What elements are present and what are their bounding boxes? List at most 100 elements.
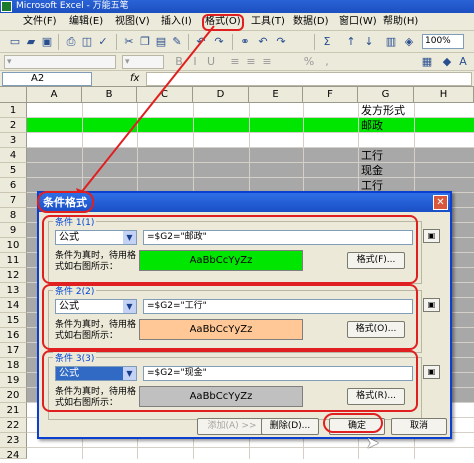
autosum-icon[interactable]: Σ <box>320 35 334 49</box>
menu-edit[interactable]: 编辑(E) <box>66 15 106 29</box>
undo2-icon[interactable]: ↶ <box>256 35 270 49</box>
row-header[interactable]: 3 <box>0 133 27 148</box>
menu-view[interactable]: 视图(V) <box>112 15 153 29</box>
delete-button[interactable]: 删除(D)... <box>261 418 319 435</box>
add-button[interactable]: 添加(A) >> <box>197 418 267 435</box>
column-header-d[interactable]: D <box>193 87 249 103</box>
menu-help[interactable]: 帮助(H) <box>380 15 421 29</box>
paste-icon[interactable]: ▤ <box>154 35 168 49</box>
menu-data[interactable]: 数据(D) <box>290 15 332 29</box>
row-header[interactable]: 11 <box>0 253 27 268</box>
row-header[interactable]: 13 <box>0 283 27 298</box>
spelling-icon[interactable]: ✓ <box>96 35 110 49</box>
column-header-e[interactable]: E <box>249 87 303 103</box>
row-header[interactable]: 2 <box>0 118 27 133</box>
cell-g1[interactable]: 发方形式 <box>360 103 414 118</box>
column-header-f[interactable]: F <box>303 87 358 103</box>
drawing-icon[interactable]: ◈ <box>402 35 416 49</box>
close-icon[interactable]: ✕ <box>433 195 448 210</box>
cancel-button[interactable]: 取消 <box>391 418 447 435</box>
annotation-ring-title <box>37 191 94 213</box>
formula-input[interactable] <box>146 72 472 86</box>
percent-icon[interactable]: % <box>302 55 316 69</box>
column-header-b[interactable]: B <box>82 87 137 103</box>
window-title: Microsoft Excel - 万能五笔 <box>16 1 129 11</box>
align-right-icon[interactable]: ≡ <box>260 55 274 69</box>
sort-asc-icon[interactable]: ↑ <box>344 35 358 49</box>
menu-window[interactable]: 窗口(W) <box>336 15 380 29</box>
menu-insert[interactable]: 插入(I) <box>158 15 195 29</box>
italic-icon[interactable]: I <box>188 55 202 69</box>
borders-icon[interactable]: ▦ <box>420 55 434 69</box>
zoom-select[interactable]: 100% <box>422 34 464 49</box>
row-header[interactable]: 14 <box>0 298 27 313</box>
comma-icon[interactable]: , <box>320 55 334 69</box>
cut-icon[interactable]: ✂ <box>122 35 136 49</box>
hyperlink-icon[interactable]: ⚭ <box>238 35 252 49</box>
undo-icon[interactable]: ↶ <box>194 35 208 49</box>
font-size-select[interactable]: ▾ <box>122 55 164 69</box>
redo2-icon[interactable]: ↷ <box>274 35 288 49</box>
menu-tools[interactable]: 工具(T) <box>248 15 288 29</box>
preview-icon[interactable]: ◫ <box>80 35 94 49</box>
row-header[interactable]: 7 <box>0 193 27 208</box>
row-header[interactable]: 6 <box>0 178 27 193</box>
align-center-icon[interactable]: ≡ <box>244 55 258 69</box>
row-header[interactable]: 23 <box>0 433 27 448</box>
fill-color-icon[interactable]: ◆ <box>440 55 454 69</box>
row-band <box>27 133 474 148</box>
cell-g4[interactable]: 工行 <box>360 148 414 163</box>
row-header[interactable]: 18 <box>0 358 27 373</box>
new-icon[interactable]: ▭ <box>8 35 22 49</box>
range-collapse-icon[interactable]: ▣ <box>423 229 440 243</box>
row-header[interactable]: 16 <box>0 328 27 343</box>
copy-icon[interactable]: ❐ <box>138 35 152 49</box>
bold-icon[interactable]: B <box>172 55 186 69</box>
fx-icon[interactable]: fx <box>130 72 139 86</box>
annotation-ring-ok <box>323 413 383 433</box>
row-header[interactable]: 19 <box>0 373 27 388</box>
print-icon[interactable]: ⎙ <box>64 35 78 49</box>
range-collapse-icon[interactable]: ▣ <box>423 298 440 312</box>
column-header-a[interactable]: A <box>27 87 82 103</box>
row-header[interactable]: 20 <box>0 388 27 403</box>
sort-desc-icon[interactable]: ↓ <box>362 35 376 49</box>
menu-file[interactable]: 文件(F) <box>20 15 60 29</box>
row-header[interactable]: 15 <box>0 313 27 328</box>
annotation-ring-cond2 <box>42 284 418 350</box>
row-header[interactable]: 24 <box>0 448 27 461</box>
open-icon[interactable]: ▰ <box>24 35 38 49</box>
format-painter-icon[interactable]: ✎ <box>170 35 184 49</box>
row-header[interactable]: 5 <box>0 163 27 178</box>
row-header[interactable]: 21 <box>0 403 27 418</box>
column-header-h[interactable]: H <box>414 87 474 103</box>
dialog-title: 条件格式 <box>39 193 450 212</box>
column-header-c[interactable]: C <box>137 87 193 103</box>
save-icon[interactable]: ▣ <box>40 35 54 49</box>
row-header[interactable]: 8 <box>0 208 27 223</box>
row-header[interactable]: 1 <box>0 103 27 118</box>
range-collapse-icon[interactable]: ▣ <box>423 365 440 379</box>
annotation-ring-cond1 <box>42 215 418 284</box>
underline-icon[interactable]: U <box>204 55 218 69</box>
row-header[interactable]: 22 <box>0 418 27 433</box>
name-box[interactable]: A2 <box>2 72 92 86</box>
excel-app-icon <box>1 1 12 12</box>
row-header[interactable]: 12 <box>0 268 27 283</box>
align-left-icon[interactable]: ≡ <box>228 55 242 69</box>
formula-bar: A2 fx <box>0 71 474 87</box>
cell-g2[interactable]: 邮政 <box>360 118 414 133</box>
cell-g5[interactable]: 现金 <box>360 163 414 178</box>
formatting-toolbar: ▾ ▾ B I U ≡ ≡ ≡ % , ▦ ◆ A <box>0 53 474 71</box>
row-header[interactable]: 4 <box>0 148 27 163</box>
row-header[interactable]: 9 <box>0 223 27 238</box>
font-color-icon[interactable]: A <box>456 55 470 69</box>
row-header[interactable]: 10 <box>0 238 27 253</box>
annotation-ring-cond3 <box>42 350 418 412</box>
column-header-g[interactable]: G <box>358 87 414 103</box>
chart-icon[interactable]: ▥ <box>384 35 398 49</box>
font-name-select[interactable]: ▾ <box>4 55 116 69</box>
redo-icon[interactable]: ↷ <box>212 35 226 49</box>
select-all-corner[interactable] <box>0 87 27 103</box>
row-header[interactable]: 17 <box>0 343 27 358</box>
